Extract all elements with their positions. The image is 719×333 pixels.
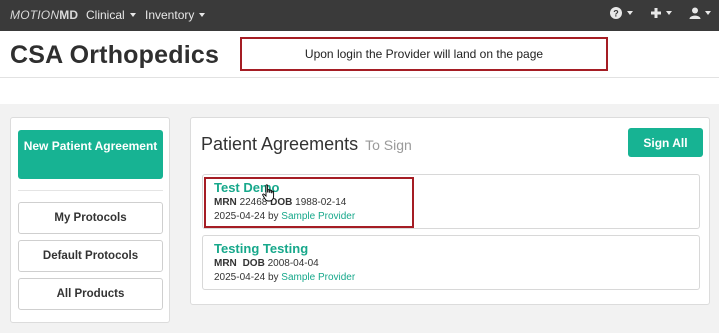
dob-label: DOB <box>242 258 265 269</box>
provider-link[interactable]: Sample Provider <box>281 272 355 283</box>
sidebar: New Patient Agreement My Protocols Defau… <box>10 117 170 323</box>
menu-inventory[interactable]: Inventory <box>145 8 206 22</box>
new-patient-agreement-button[interactable]: New Patient Agreement <box>18 130 163 179</box>
plus-icon <box>651 8 661 18</box>
svg-text:?: ? <box>613 9 619 19</box>
menu-inventory-label: Inventory <box>145 8 195 22</box>
help-menu[interactable]: ? <box>609 6 633 20</box>
user-icon <box>689 7 701 19</box>
chevron-down-icon <box>666 11 672 15</box>
user-menu[interactable] <box>689 6 711 20</box>
menu-clinical-label: Clinical <box>86 8 125 22</box>
all-products-button[interactable]: All Products <box>18 278 163 310</box>
add-menu[interactable] <box>650 6 672 20</box>
annotation-callout: Upon login the Provider will land on the… <box>240 37 608 71</box>
brand-part-1: MOTION <box>10 8 60 22</box>
my-protocols-button[interactable]: My Protocols <box>18 202 163 234</box>
menu-clinical[interactable]: Clinical <box>86 8 136 22</box>
header-spacer <box>0 79 719 104</box>
agreement-meta: 2025-04-24 by Sample Provider <box>214 272 355 283</box>
page-title: CSA Orthopedics <box>10 41 220 69</box>
top-navbar: MOTIONMD Clinical Inventory ? <box>0 0 719 31</box>
chevron-down-icon <box>705 11 711 15</box>
brand-part-2: MD <box>59 8 79 22</box>
mrn-label: MRN <box>214 258 237 269</box>
chevron-down-icon <box>627 11 633 15</box>
brand-logo[interactable]: MOTIONMD <box>10 8 78 22</box>
agreement-card[interactable]: Testing Testing MRN DOB 2008-04-04 2025-… <box>202 235 700 290</box>
agreement-date: 2025-04-24 <box>214 272 266 283</box>
hand-cursor-icon <box>262 184 275 202</box>
help-icon: ? <box>610 7 622 19</box>
dob-value: 2008-04-04 <box>267 258 319 269</box>
sign-all-button[interactable]: Sign All <box>628 128 703 157</box>
sidebar-divider <box>18 190 163 191</box>
panel-title-text: Patient Agreements <box>201 134 359 154</box>
panel-title: Patient Agreements To Sign <box>201 134 412 155</box>
patient-details: MRN DOB 2008-04-04 <box>214 258 319 269</box>
annotation-highlight-box <box>204 177 414 228</box>
panel-subtitle: To Sign <box>365 137 412 153</box>
by-text: by <box>267 272 279 283</box>
patient-name-link[interactable]: Testing Testing <box>214 241 308 256</box>
default-protocols-button[interactable]: Default Protocols <box>18 240 163 272</box>
chevron-down-icon <box>129 13 136 17</box>
chevron-down-icon <box>199 13 206 17</box>
